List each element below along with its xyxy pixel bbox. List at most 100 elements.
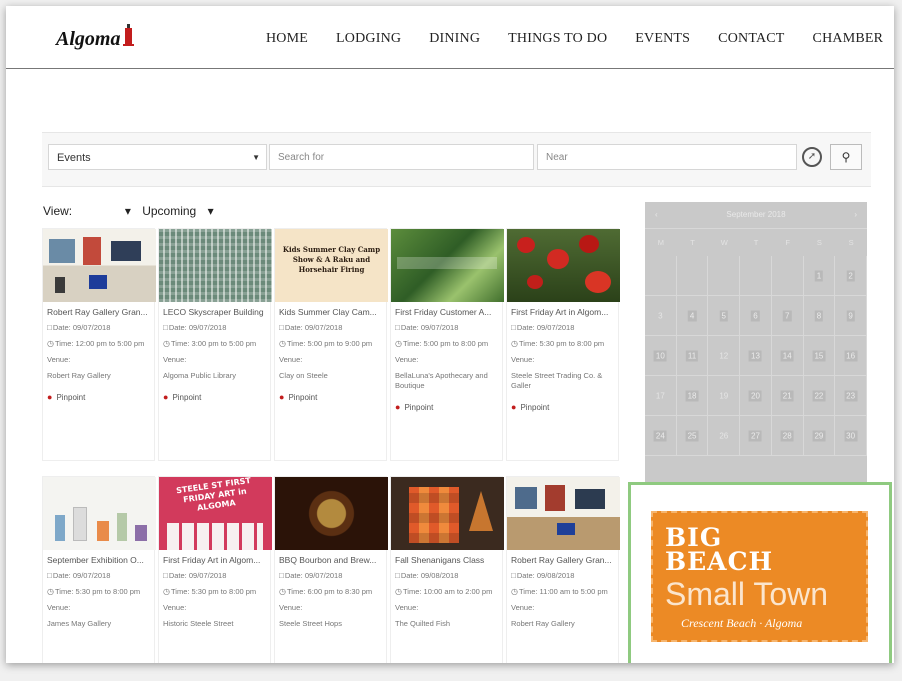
event-image-plants[interactable] (391, 229, 504, 302)
event-image-exhibition[interactable] (43, 477, 156, 550)
calendar-day[interactable]: 7 (771, 296, 804, 336)
search-input[interactable]: Search for (269, 144, 534, 170)
event-card[interactable]: Fall Shenanigans Class □Date: 09/08/2018… (390, 476, 504, 663)
calendar-day[interactable]: 20 (740, 376, 772, 416)
nav-home[interactable]: HOME (266, 31, 308, 47)
calendar-day-number: 2 (846, 270, 855, 281)
event-title[interactable]: First Friday Art in Algom... (507, 302, 618, 320)
calendar-day[interactable]: 16 (835, 336, 867, 376)
calendar-next-button[interactable]: › (854, 202, 857, 228)
nav-contact[interactable]: CONTACT (718, 31, 784, 47)
event-date: Date: 09/07/2018 (52, 323, 111, 332)
calendar-day[interactable]: 28 (771, 416, 804, 456)
calendar-day[interactable]: 6 (740, 296, 772, 336)
event-image-quilt[interactable] (391, 477, 504, 550)
calendar-day[interactable]: 30 (835, 416, 867, 456)
calendar-day[interactable]: 26 (708, 416, 741, 456)
pinpoint-link[interactable]: ● Pinpoint (275, 384, 386, 410)
venue-label: Venue: (395, 355, 419, 364)
compass-icon[interactable]: ➚ (802, 147, 822, 167)
calendar-day[interactable]: 4 (676, 296, 709, 336)
event-image-clay-camp[interactable]: Kids Summer Clay Camp Show & A Raku and … (275, 229, 388, 302)
post-type-value: Events (57, 152, 91, 164)
view-mode-dropdown[interactable]: Upcoming ▾ (142, 204, 213, 218)
pinpoint-link[interactable]: ● Pinpoint (391, 394, 502, 420)
event-title[interactable]: September Exhibition O... (43, 550, 154, 568)
event-title[interactable]: LECO Skyscraper Building (159, 302, 270, 320)
calendar-day[interactable]: 8 (803, 296, 836, 336)
calendar-day[interactable]: 5 (708, 296, 741, 336)
event-title[interactable]: Robert Ray Gallery Gran... (43, 302, 154, 320)
calendar-day[interactable]: 1 (803, 256, 836, 296)
nav-dining[interactable]: DINING (429, 31, 480, 47)
calendar-day[interactable]: 29 (803, 416, 836, 456)
promo-banner[interactable]: BIG BEACH Small Town Crescent Beach · Al… (628, 482, 892, 663)
search-button[interactable]: ⚲ (830, 144, 862, 170)
calendar-day[interactable]: 18 (676, 376, 709, 416)
event-image-bourbon[interactable] (275, 477, 388, 550)
post-type-select[interactable]: Events ▼ (48, 144, 267, 170)
event-card[interactable]: Kids Summer Clay Camp Show & A Raku and … (274, 228, 388, 461)
calendar-day[interactable]: 19 (708, 376, 741, 416)
nav-things-to-do[interactable]: THINGS TO DO (508, 31, 607, 47)
event-image-gallery-2[interactable] (507, 477, 620, 550)
event-title[interactable]: Fall Shenanigans Class (391, 550, 502, 568)
event-venue: Robert Ray Gallery (47, 371, 111, 380)
nav-events[interactable]: EVENTS (635, 31, 690, 47)
pinpoint-link[interactable]: ● Pinpoint (43, 384, 154, 410)
calendar-icon: □ (163, 323, 168, 332)
nav-lodging[interactable]: LODGING (336, 31, 401, 47)
near-placeholder: Near (546, 152, 568, 163)
calendar-icon: □ (47, 323, 52, 332)
calendar-day[interactable]: 22 (803, 376, 836, 416)
calendar-prev-button[interactable]: ‹ (655, 202, 658, 228)
venue-label: Venue: (47, 603, 71, 612)
event-card[interactable]: Robert Ray Gallery Gran... □Date: 09/08/… (506, 476, 620, 663)
dropdown-caret-icon: ▼ (252, 153, 260, 162)
event-image-skyscraper[interactable] (159, 229, 272, 302)
site-logo[interactable]: Algoma (56, 24, 135, 51)
calendar-grid: 1 2 3 4 5 6 7 8 9 10 11 12 13 14 15 16 17 18 19 20 21 22 23 24 2… (645, 256, 867, 456)
calendar-day[interactable]: 21 (771, 376, 804, 416)
calendar-day[interactable]: 25 (676, 416, 709, 456)
event-card[interactable]: First Friday Customer A... □Date: 09/07/… (390, 228, 504, 461)
calendar-day[interactable]: 9 (835, 296, 867, 336)
pinpoint-link[interactable]: ● Pinpoint (507, 394, 618, 420)
calendar-day[interactable]: 10 (645, 336, 677, 376)
calendar-day[interactable]: 15 (803, 336, 836, 376)
event-image-first-friday[interactable]: STEELE ST FIRST FRIDAY ART in ALGOMA (159, 477, 272, 550)
event-image-gallery[interactable] (43, 229, 156, 302)
event-title[interactable]: Kids Summer Clay Cam... (275, 302, 386, 320)
event-title[interactable]: First Friday Art in Algom... (159, 550, 270, 568)
event-card[interactable]: LECO Skyscraper Building □Date: 09/07/20… (158, 228, 272, 461)
view-type-dropdown[interactable]: ▾ (125, 204, 131, 218)
event-title[interactable]: First Friday Customer A... (391, 302, 502, 320)
calendar-day[interactable]: 11 (676, 336, 709, 376)
event-card[interactable]: First Friday Art in Algom... □Date: 09/0… (506, 228, 620, 461)
event-card[interactable]: September Exhibition O... □Date: 09/07/2… (42, 476, 156, 663)
calendar-day[interactable]: 17 (645, 376, 677, 416)
event-title[interactable]: Robert Ray Gallery Gran... (507, 550, 618, 568)
calendar-day[interactable]: 13 (740, 336, 772, 376)
event-time: Time: 5:30 pm to 8:00 pm (518, 339, 605, 348)
event-card[interactable]: STEELE ST FIRST FRIDAY ART in ALGOMA Fir… (158, 476, 272, 663)
calendar-day[interactable]: 14 (771, 336, 804, 376)
calendar-day[interactable]: 27 (740, 416, 772, 456)
calendar-day[interactable]: 24 (645, 416, 677, 456)
event-title[interactable]: BBQ Bourbon and Brew... (275, 550, 386, 568)
calendar-weekday: S (816, 238, 822, 247)
calendar-day[interactable]: 2 (835, 256, 867, 296)
pinpoint-link[interactable]: ● Pinpoint (159, 384, 270, 410)
event-image-poppies[interactable] (507, 229, 620, 302)
nav-chamber[interactable]: CHAMBER (813, 31, 884, 47)
calendar-icon: □ (395, 323, 400, 332)
event-card[interactable]: Robert Ray Gallery Gran... □Date: 09/07/… (42, 228, 156, 461)
calendar-icon: □ (163, 571, 168, 580)
clock-icon: ◷ (163, 587, 170, 596)
clock-icon: ◷ (395, 587, 402, 596)
calendar-day[interactable]: 3 (645, 296, 677, 336)
event-card[interactable]: BBQ Bourbon and Brew... □Date: 09/07/201… (274, 476, 388, 663)
calendar-day[interactable]: 23 (835, 376, 867, 416)
near-input[interactable]: Near (537, 144, 797, 170)
calendar-day[interactable]: 12 (708, 336, 741, 376)
